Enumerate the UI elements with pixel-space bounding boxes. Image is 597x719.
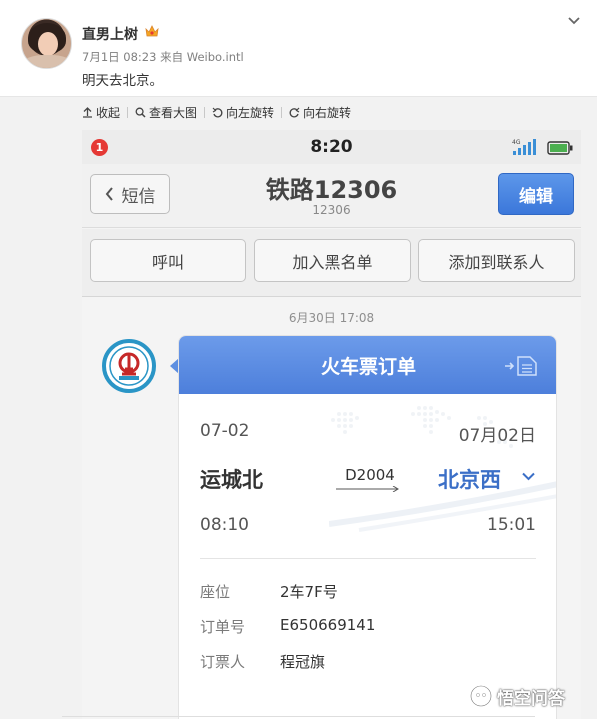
collapse-label: 收起 (96, 105, 121, 120)
booker-value: 程冠旗 (280, 653, 326, 671)
battery-icon (547, 141, 573, 155)
rotate-left-icon (212, 107, 223, 117)
china-railway-logo-icon (109, 346, 149, 386)
railway-logo[interactable] (102, 339, 156, 393)
rotate-right-label: 向右旋转 (303, 105, 352, 120)
depart-date: 07-02 (200, 421, 250, 441)
add-contact-button[interactable]: 添加到联系人 (418, 239, 575, 282)
view-large-button[interactable]: 查看大图 (128, 104, 204, 121)
depart-time: 08:10 (200, 515, 249, 535)
arrive-time: 15:01 (487, 515, 536, 535)
arrive-date: 07月02日 (458, 426, 536, 446)
booker-label: 订票人 (200, 653, 246, 671)
status-bar: 1 8:20 4G (82, 130, 581, 164)
username[interactable]: 直男上树 (82, 24, 138, 44)
rotate-left-button[interactable]: 向左旋转 (205, 104, 281, 121)
avatar[interactable] (21, 18, 72, 69)
status-time: 8:20 (310, 137, 353, 157)
weibo-post: 直男上树 7月1日 08:23 来自 Weibo.intl 明天去北京。 (0, 0, 597, 96)
message-timestamp: 6月30日 17:08 (288, 311, 375, 325)
ticket-header: 火车票订单 (179, 336, 556, 394)
vip-crown-icon (145, 25, 159, 37)
arrow-right-icon (336, 486, 399, 492)
destination-station[interactable]: 北京西 (438, 464, 501, 494)
network-label: 4G (512, 139, 521, 146)
order-number-value: E650669141 (280, 616, 376, 634)
origin-station: 运城北 (200, 468, 263, 492)
chevron-down-icon[interactable] (522, 472, 535, 481)
image-toolbar: 收起 查看大图 向左旋转 向右旋转 (82, 103, 358, 121)
rotate-left-label: 向左旋转 (226, 105, 275, 120)
media-viewer: 收起 查看大图 向左旋转 向右旋转 1 8:20 4G 短信 铁路12306 1… (0, 96, 597, 719)
nav-bar: 短信 铁路12306 12306 编辑 (82, 164, 581, 228)
magnifier-icon (135, 107, 146, 118)
ticket-card[interactable]: 火车票订单 07-02 07月02日 运城北 D2004 北京西 08:10 1… (178, 335, 557, 719)
blacklist-button[interactable]: 加入黑名单 (254, 239, 411, 282)
seat-value: 2车7F号 (280, 583, 338, 601)
ticket-body: 07-02 07月02日 运城北 D2004 北京西 08:10 15:01 座… (179, 394, 556, 719)
watermark: 悟空问答 (469, 683, 565, 709)
divider (62, 716, 535, 717)
divider (200, 558, 536, 559)
watermark-text: 悟空问答 (497, 688, 565, 709)
call-button[interactable]: 呼叫 (90, 239, 246, 282)
wukong-logo-icon (470, 685, 492, 707)
chevron-down-icon[interactable] (567, 16, 581, 26)
rotate-right-icon (289, 107, 300, 117)
view-large-label: 查看大图 (149, 105, 198, 120)
action-bar: 呼叫 加入黑名单 添加到联系人 (82, 229, 581, 297)
phone-screenshot[interactable]: 1 8:20 4G 短信 铁路12306 12306 编辑 呼叫 加入黑名单 添… (82, 130, 581, 719)
post-meta: 7月1日 08:23 来自 Weibo.intl (82, 50, 244, 64)
message-thread: 6月30日 17:08 火车票订单 07-02 07月02日 运城北 D2004… (82, 298, 581, 719)
collapse-icon (83, 106, 92, 118)
edit-button[interactable]: 编辑 (498, 173, 574, 215)
rotate-right-button[interactable]: 向右旋转 (282, 104, 358, 121)
ticket-title: 火车票订单 (320, 355, 416, 378)
seat-label: 座位 (200, 583, 231, 601)
order-number-label: 订单号 (200, 618, 246, 636)
train-number: D2004 (345, 466, 395, 484)
document-icon (505, 356, 537, 376)
collapse-button[interactable]: 收起 (82, 104, 127, 121)
signal-icon: 4G (512, 139, 536, 155)
post-text: 明天去北京。 (82, 73, 163, 89)
